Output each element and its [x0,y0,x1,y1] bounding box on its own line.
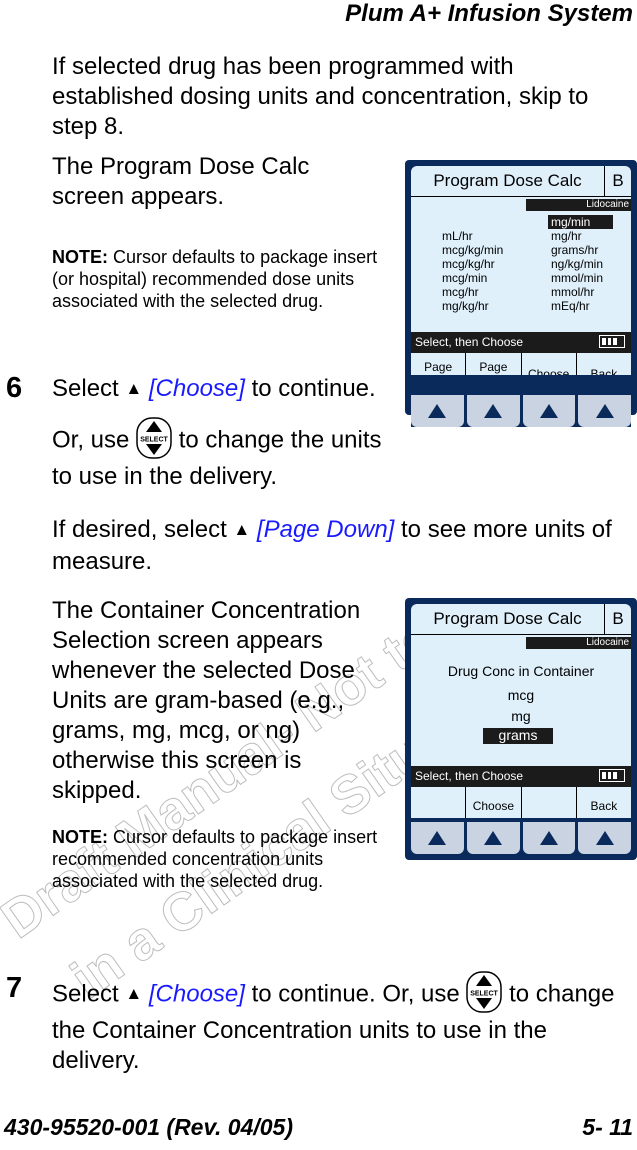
softkey-button-2[interactable] [466,822,520,854]
screen-appears-text: The Program Dose Calc screen appears. [52,153,310,210]
unit-option[interactable]: mmol/min [551,271,613,285]
up-arrow-icon [595,404,614,418]
unit-option[interactable]: mcg/hr [442,285,503,299]
conc-heading: Drug Conc in Container [447,663,595,679]
step6-line1: Select ▲ [Choose] to continue. [52,374,402,406]
select-button-icon: SELECT [466,971,503,1013]
step6-line3: If desired, select ▲ [Page Down] to see … [52,515,637,577]
softkey-empty-3[interactable] [522,787,577,818]
step6-text: to continue. [244,375,376,402]
channel-label: B [612,171,624,190]
up-arrow-icon [428,831,447,845]
unit-option[interactable]: grams/hr [551,243,613,257]
up-arrow-icon [539,404,558,418]
step-number-7: 7 [6,972,23,1004]
unit-option-selected[interactable]: mg/min [548,215,613,229]
footer-doc-number: 430-95520-001 (Rev. 04/05) [4,1114,293,1140]
unit-option[interactable]: mcg/min [442,271,503,285]
select-icon-label: SELECT [140,437,168,444]
unit-option[interactable]: mg/hr [551,229,613,243]
softkey-choose[interactable]: Choose [466,787,522,818]
status-text: Select, then Choose [415,769,524,783]
step6-text: Select [52,375,126,402]
container-concentration-text: The Container Concentration Selection sc… [52,597,361,804]
battery-icon [599,769,625,782]
step7-paragraph: Select ▲ [Choose] to continue. Or, use S… [52,971,637,1076]
select-icon-label: SELECT [471,991,499,998]
step-number-6: 6 [6,372,23,404]
softkey-empty-1[interactable] [411,787,467,818]
drug-name-bar: Lidocaine [526,199,631,211]
softkey-button-2[interactable] [466,395,520,427]
conc-option[interactable]: mcg [411,687,631,703]
choose-link[interactable]: [Choose] [149,375,245,402]
step7-text: Select [52,980,126,1008]
container-concentration-screen: Program Dose Calc B Lidocaine Drug Conc … [405,598,637,860]
screen-title-bar: Program Dose Calc B [411,166,631,197]
page-down-link[interactable]: [Page Down] [257,516,394,543]
step6-text: If desired, select [52,516,234,543]
select-button-icon: SELECT [136,417,172,459]
status-bar: Select, then Choose [411,332,631,353]
softkey-button-3[interactable] [522,822,576,854]
intro-paragraph: If selected drug has been programmed wit… [52,53,589,140]
unit-option[interactable]: mg/kg/hr [442,299,503,313]
softkey-labels: Choose Back [411,787,631,818]
unit-option[interactable]: mEq/hr [551,299,613,313]
up-arrow-icon [428,404,447,418]
softkey-labels: Page Up Page Down Choose Back [411,353,631,375]
note-concentration-units: NOTE: Cursor defaults to package insert … [52,826,382,892]
step6-line2: Or, use SELECT to change the units to us… [52,417,397,492]
battery-icon [599,335,625,348]
step6-text: Or, use [52,426,137,454]
up-arrow-icon [595,831,614,845]
channel-label: B [612,609,624,628]
note-label: NOTE: [52,247,108,267]
softkey-button-1[interactable] [411,822,464,854]
softkey-button-3[interactable] [522,395,576,427]
softkey-back[interactable]: Back [577,353,631,375]
softkey-button-4[interactable] [578,822,631,854]
unit-option[interactable]: mcg/kg/min [442,243,503,257]
unit-option[interactable]: mL/hr [442,229,503,243]
note-dose-units: NOTE: Cursor defaults to package insert … [52,246,382,312]
footer-page-number: 5- 11 [582,1114,633,1140]
right-units-list: mg/min mg/hr grams/hr ng/kg/min mmol/min… [548,215,613,313]
unit-option[interactable]: mmol/hr [551,285,613,299]
unit-option[interactable]: mcg/kg/hr [442,257,503,271]
softkey-buttons [411,822,631,854]
manual-header-title: Plum A+ Infusion System [345,0,633,27]
screen-title-bar: Program Dose Calc B [411,604,631,635]
conc-option-selected[interactable]: grams [483,728,553,744]
drug-name-bar: Lidocaine [526,637,631,649]
note-label: NOTE: [52,827,108,847]
choose-link[interactable]: [Choose] [149,980,245,1007]
up-arrow-icon [484,831,503,845]
softkey-back[interactable]: Back [577,787,631,818]
softkey-choose[interactable]: Choose [522,353,577,375]
left-units-list: mL/hr mcg/kg/min mcg/kg/hr mcg/min mcg/h… [442,229,503,313]
softkey-button-4[interactable] [578,395,631,427]
softkey-triangle-icon: ▲ [125,984,143,1004]
screen-title: Program Dose Calc [411,166,605,196]
softkey-button-1[interactable] [411,395,464,427]
screen-title: Program Dose Calc [411,604,605,634]
step7-text: to continue. Or, use [244,980,467,1008]
up-arrow-icon [484,404,503,418]
softkey-triangle-icon: ▲ [125,379,143,398]
softkey-page-up[interactable]: Page Up [411,353,467,375]
softkey-buttons [411,395,631,427]
softkey-triangle-icon: ▲ [233,520,251,539]
dose-units-screen: Program Dose Calc B Lidocaine mL/hr mcg/… [405,160,637,427]
up-arrow-icon [539,831,558,845]
conc-option[interactable]: mg [411,708,631,724]
softkey-page-down[interactable]: Page Down [466,353,522,375]
status-text: Select, then Choose [415,335,524,349]
status-bar: Select, then Choose [411,766,631,787]
unit-option[interactable]: ng/kg/min [551,257,613,271]
